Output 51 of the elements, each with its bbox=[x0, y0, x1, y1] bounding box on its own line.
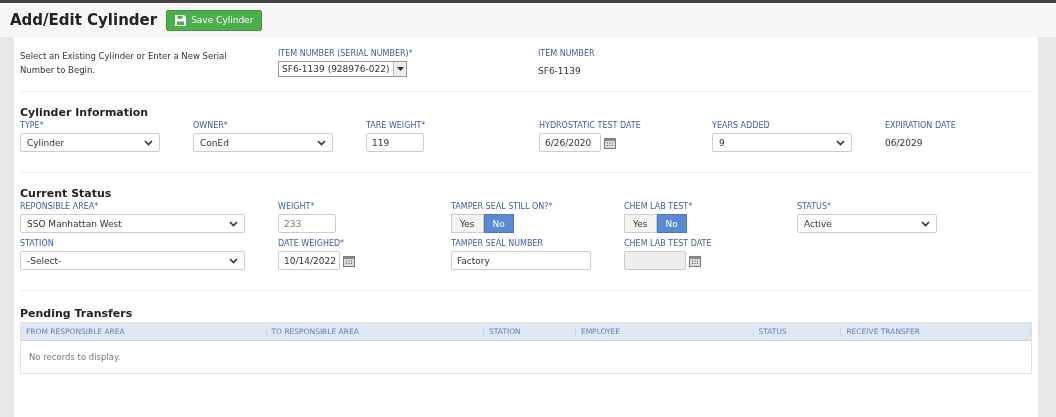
chevron-down-icon bbox=[229, 257, 238, 264]
field-label: WEIGHT* bbox=[278, 202, 316, 211]
field-label: CHEM LAB TEST DATE bbox=[624, 239, 713, 248]
text-input[interactable]: Factory bbox=[451, 251, 591, 270]
field-label: STATUS* bbox=[797, 202, 832, 211]
field-label: TAMPER SEAL NUMBER bbox=[451, 239, 545, 248]
chevron-down-icon bbox=[836, 139, 845, 146]
dropdown-select[interactable]: Cylinder bbox=[20, 133, 160, 152]
section-title: Pending Transfers bbox=[20, 307, 134, 320]
calendar-icon[interactable] bbox=[604, 136, 616, 149]
toggle-option[interactable]: Yes bbox=[451, 214, 484, 233]
dropdown-select[interactable]: Active bbox=[797, 214, 937, 233]
field-label: EXPIRATION DATE bbox=[885, 121, 957, 130]
calendar-icon[interactable] bbox=[343, 254, 355, 267]
section-title: Cylinder Information bbox=[20, 106, 150, 119]
field-label: ITEM NUMBER (SERIAL NUMBER)* bbox=[278, 49, 414, 58]
field-label: TYPE* bbox=[20, 121, 45, 130]
toggle-option[interactable]: Yes bbox=[624, 214, 657, 233]
field-label: STATION bbox=[20, 239, 55, 248]
toggle-option[interactable]: No bbox=[656, 214, 687, 233]
date-input[interactable]: 6/26/2020 bbox=[539, 133, 601, 152]
item-number-value: SF6-1139 bbox=[538, 66, 582, 76]
text-input[interactable]: 233 bbox=[278, 214, 336, 233]
field-label: REPONSIBLE AREA* bbox=[20, 202, 100, 211]
instruction-text: Select an Existing Cylinder or Enter a New Serial Number to Begin. bbox=[20, 50, 228, 77]
page-title: Add/Edit Cylinder bbox=[10, 11, 158, 29]
empty-message: No records to display. bbox=[29, 352, 121, 362]
field-label: OWNER* bbox=[193, 121, 229, 130]
calendar-icon[interactable] bbox=[689, 254, 701, 267]
dropdown-arrow-icon bbox=[396, 67, 404, 71]
dropdown-select[interactable]: -Select- bbox=[20, 251, 245, 270]
field-label: DATE WEIGHED* bbox=[278, 239, 346, 248]
text-input[interactable]: 119 bbox=[366, 133, 424, 152]
date-input[interactable]: 10/14/2022 bbox=[278, 251, 340, 270]
toggle-option[interactable]: No bbox=[483, 214, 514, 233]
chevron-down-icon bbox=[144, 139, 153, 146]
dropdown-select[interactable]: ConEd bbox=[193, 133, 333, 152]
field-label: HYDROSTATIC TEST DATE bbox=[539, 121, 642, 130]
dropdown-select[interactable]: 9 bbox=[712, 133, 852, 152]
section-title: Current Status bbox=[20, 187, 113, 200]
field-label: ITEM NUMBER bbox=[538, 49, 595, 58]
field-label: CHEM LAB TEST* bbox=[624, 202, 694, 211]
field-value: 06/2029 bbox=[885, 138, 924, 148]
item-number-combobox[interactable]: SF6-1139 (928976-022) bbox=[278, 61, 407, 77]
chevron-down-icon bbox=[921, 220, 930, 227]
chevron-down-icon bbox=[229, 220, 238, 227]
field-label: YEARS ADDED bbox=[712, 121, 771, 130]
field-label: TAMPER SEAL STILL ON?* bbox=[451, 202, 554, 211]
field-label: TARE WEIGHT* bbox=[366, 121, 427, 130]
dropdown-select[interactable]: SSO Manhattan West bbox=[20, 214, 245, 233]
chevron-down-icon bbox=[317, 139, 326, 146]
